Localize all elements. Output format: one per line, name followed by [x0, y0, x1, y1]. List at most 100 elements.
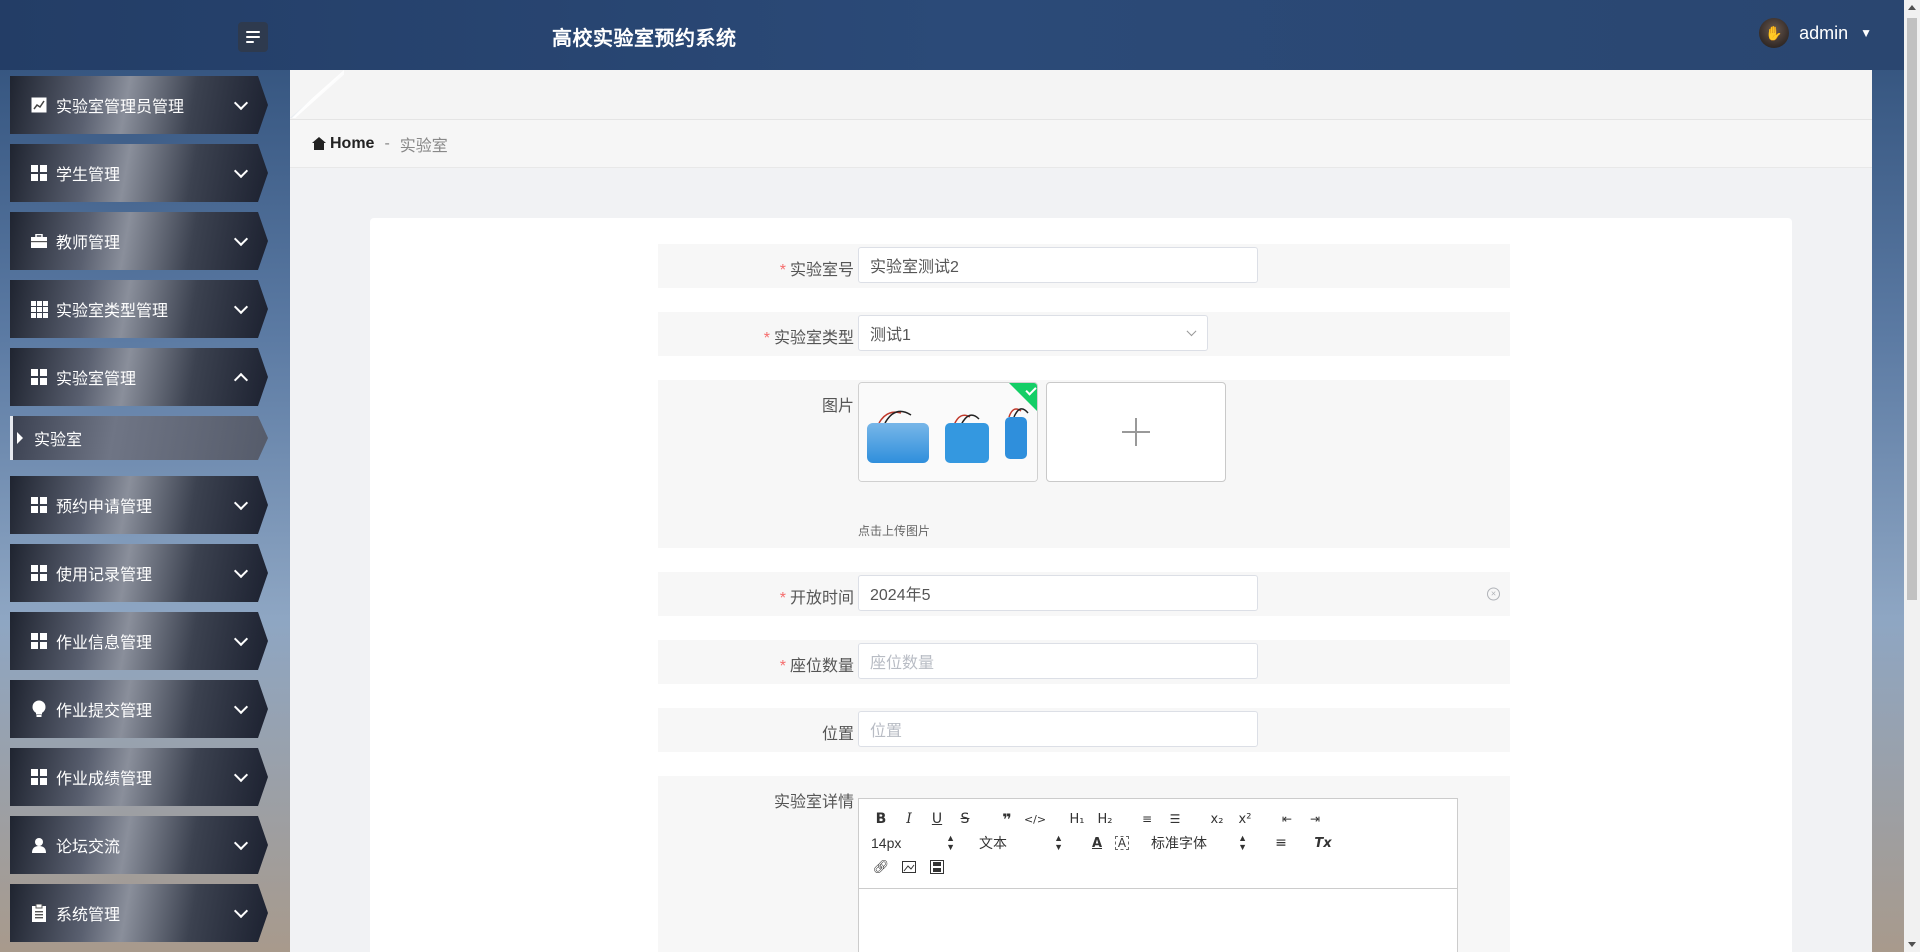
seats-label-text: 座位数量: [789, 658, 854, 675]
text-type-value: 文本: [979, 835, 1007, 851]
sidebar-item-usage-records[interactable]: 使用记录管理: [10, 544, 268, 602]
toolbar-row-1: B I U S ❞ </> H₁ H₂ ≡ ☰ x₂ x² ⇤ ⇥: [871, 809, 1333, 829]
clear-icon[interactable]: ×: [1487, 587, 1500, 601]
sidebar-item-teachers[interactable]: 教师管理: [10, 212, 268, 270]
sidebar-item-lab-types[interactable]: 实验室类型管理: [10, 280, 268, 338]
page-scrollbar[interactable]: [1904, 0, 1920, 952]
location-input[interactable]: 位置: [858, 711, 1258, 747]
strikethrough-icon[interactable]: S: [955, 809, 975, 829]
grid-icon: [30, 768, 48, 786]
font-size-select[interactable]: 14px ▲ ▼: [871, 834, 955, 852]
font-family-select[interactable]: 标准字体 ▲ ▼: [1151, 833, 1247, 853]
sidebar-item-assignments[interactable]: 作业信息管理: [10, 612, 268, 670]
sidebar-item-labs[interactable]: 实验室管理: [10, 348, 268, 406]
bullet-list-icon[interactable]: ☰: [1165, 809, 1185, 829]
indent-icon[interactable]: ⇥: [1305, 809, 1325, 829]
chevron-down-icon: [233, 299, 249, 315]
chevron-down-icon: [233, 495, 249, 511]
heading2-icon[interactable]: H₂: [1095, 809, 1115, 829]
lab-no-input[interactable]: 实验室测试2: [858, 247, 1258, 283]
sidebar-subitem-lab[interactable]: 实验室: [10, 416, 268, 460]
image-label: 图片: [821, 398, 854, 415]
app-title: 高校实验室预约系统: [552, 28, 737, 50]
sidebar-item-label: 实验室管理: [56, 371, 137, 388]
sidebar-item-lab-admin[interactable]: 实验室管理员管理: [10, 76, 268, 134]
required-mark: *: [779, 590, 786, 607]
heading1-icon[interactable]: H₁: [1067, 809, 1087, 829]
menu-icon: [246, 31, 260, 33]
chevron-down-icon: [233, 563, 249, 579]
sidebar-item-label: 学生管理: [56, 167, 121, 184]
text-type-select[interactable]: 文本 ▲ ▼: [979, 833, 1063, 853]
font-family-value: 标准字体: [1151, 835, 1207, 851]
user-menu[interactable]: ✋ admin ▼: [1759, 18, 1872, 48]
sidebar-item-label: 作业成绩管理: [56, 771, 153, 788]
chevron-down-icon: [233, 163, 249, 179]
scrollbar-thumb[interactable]: [1907, 18, 1917, 600]
superscript-icon[interactable]: x²: [1235, 809, 1255, 829]
breadcrumb-home[interactable]: Home: [312, 135, 374, 153]
form-card: * 实验室号 实验室测试2 * 实验室类型 测试1 图片 点击上传图片 * 开放…: [370, 218, 1792, 952]
font-color-icon[interactable]: A: [1087, 833, 1107, 853]
open-time-input[interactable]: 2024年5: [858, 575, 1258, 611]
rich-text-editor: B I U S ❞ </> H₁ H₂ ≡ ☰ x₂ x² ⇤ ⇥ 14px ▲…: [858, 798, 1458, 952]
breadcrumb-home-label: Home: [330, 134, 375, 152]
bold-icon[interactable]: B: [871, 809, 891, 829]
breadcrumb: Home - 实验室: [290, 120, 1872, 168]
lab-no-label-text: 实验室号: [789, 262, 854, 279]
sidebar-item-label: 使用记录管理: [56, 567, 153, 584]
upload-image-button[interactable]: [1046, 382, 1226, 482]
image-icon[interactable]: [899, 857, 919, 877]
tab-bar: [290, 70, 1872, 120]
blockquote-icon[interactable]: ❞: [997, 809, 1017, 829]
uploaded-image-thumbnail[interactable]: [858, 382, 1038, 482]
subscript-icon[interactable]: x₂: [1207, 809, 1227, 829]
caret-down-icon: ▼: [1860, 26, 1872, 40]
align-icon[interactable]: ≡: [1271, 833, 1291, 853]
scroll-up-arrow-icon[interactable]: [1908, 5, 1916, 10]
editor-content-area[interactable]: [859, 889, 1457, 952]
italic-icon[interactable]: I: [899, 809, 919, 829]
sidebar: 实验室管理员管理 学生管理 教师管理 实验室类型管理 实验室管理 实验室 预约申…: [0, 70, 280, 952]
chevron-down-icon: [233, 95, 249, 111]
outdent-icon[interactable]: ⇤: [1277, 809, 1297, 829]
clear-format-icon[interactable]: Tx: [1313, 833, 1333, 853]
seats-input[interactable]: 座位数量: [858, 643, 1258, 679]
location-label: 位置: [821, 726, 854, 743]
updown-icon: ▲ ▼: [1054, 833, 1063, 852]
ordered-list-icon[interactable]: ≡: [1137, 809, 1157, 829]
sidebar-item-students[interactable]: 学生管理: [10, 144, 268, 202]
sidebar-item-system[interactable]: 系统管理: [10, 884, 268, 942]
chevron-up-icon: [233, 372, 249, 388]
upload-tip: 点击上传图片: [858, 524, 931, 538]
lab-no-label: * 实验室号: [658, 256, 854, 280]
briefcase-icon: [30, 232, 48, 250]
video-icon[interactable]: [927, 857, 947, 877]
background-color-icon[interactable]: A: [1115, 836, 1129, 850]
grid-icon: [30, 564, 48, 582]
required-mark: *: [779, 262, 786, 279]
clipboard-icon: [30, 904, 48, 922]
lab-type-select[interactable]: 测试1: [858, 315, 1208, 351]
chevron-down-icon: [1186, 326, 1197, 337]
sidebar-item-label: 实验室类型管理: [56, 303, 169, 320]
link-icon[interactable]: 🔗︎: [871, 857, 891, 877]
form-row-details: 实验室详情 B I U S ❞ </> H₁ H₂ ≡ ☰ x₂ x² ⇤ ⇥ …: [658, 776, 1510, 952]
form-row-lab-type: * 实验室类型 测试1: [658, 312, 1510, 356]
lab-type-value: 测试1: [870, 327, 911, 344]
sidebar-item-grades[interactable]: 作业成绩管理: [10, 748, 268, 806]
scroll-down-arrow-icon[interactable]: [1908, 942, 1916, 947]
sidebar-item-submissions[interactable]: 作业提交管理: [10, 680, 268, 738]
grid-icon: [30, 368, 48, 386]
grid-icon: [30, 496, 48, 514]
sidebar-item-forum[interactable]: 论坛交流: [10, 816, 268, 874]
form-row-seats: * 座位数量 座位数量: [658, 640, 1510, 684]
avatar: ✋: [1759, 18, 1790, 48]
home-icon: [312, 137, 326, 150]
chevron-down-icon: [233, 631, 249, 647]
menu-toggle-button[interactable]: [238, 22, 268, 52]
sidebar-item-reservations[interactable]: 预约申请管理: [10, 476, 268, 534]
sidebar-item-label: 系统管理: [56, 907, 121, 924]
underline-icon[interactable]: U: [927, 809, 947, 829]
code-block-icon[interactable]: </>: [1024, 809, 1046, 829]
